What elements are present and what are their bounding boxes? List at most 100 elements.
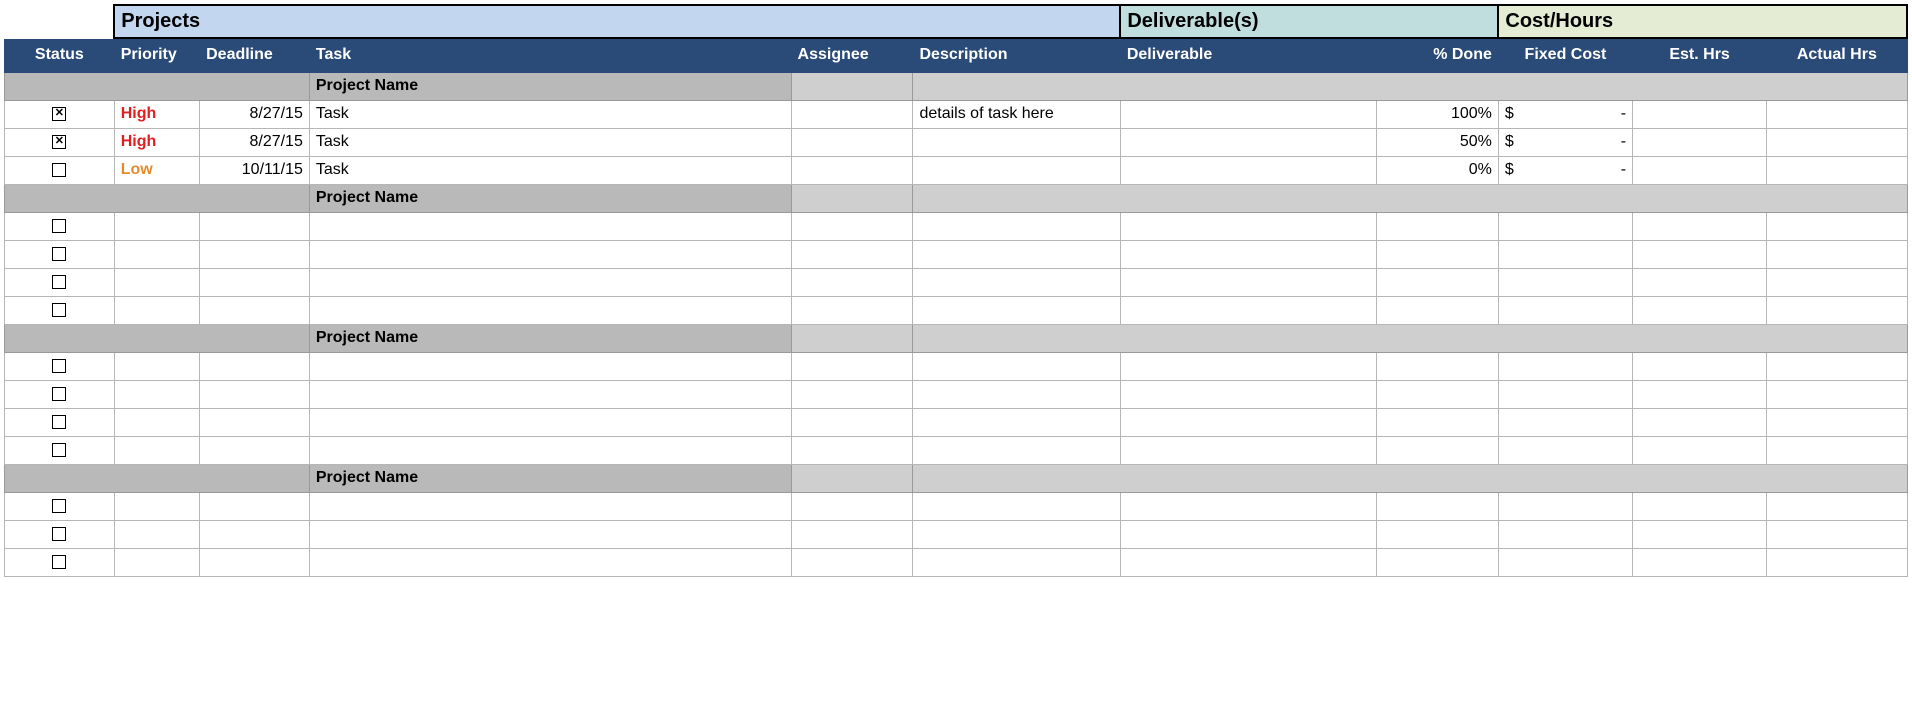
task-row[interactable] <box>5 408 1908 436</box>
cell-fixed-cost[interactable] <box>1498 492 1632 520</box>
cell-description[interactable] <box>913 268 1120 296</box>
cell-pct-done[interactable]: 50% <box>1376 128 1498 156</box>
cell-status[interactable] <box>5 520 115 548</box>
cell-pct-done[interactable] <box>1376 548 1498 576</box>
cell-priority[interactable] <box>114 296 199 324</box>
cell-task[interactable]: Task <box>309 100 791 128</box>
cell-assignee[interactable] <box>791 240 913 268</box>
col-assignee[interactable]: Assignee <box>791 38 913 72</box>
cell-pct-done[interactable] <box>1376 296 1498 324</box>
cell-deadline[interactable] <box>200 408 310 436</box>
cell-deliverable[interactable] <box>1120 212 1376 240</box>
cell-deadline[interactable]: 8/27/15 <box>200 100 310 128</box>
cell-deliverable[interactable] <box>1120 128 1376 156</box>
cell-actual-hrs[interactable] <box>1767 380 1907 408</box>
cell-priority[interactable]: Low <box>114 156 199 184</box>
cell-assignee[interactable] <box>791 100 913 128</box>
cell-deliverable[interactable] <box>1120 156 1376 184</box>
cell-fixed-cost[interactable] <box>1498 352 1632 380</box>
cell-deadline[interactable] <box>200 436 310 464</box>
cell-assignee[interactable] <box>791 156 913 184</box>
cell-est-hrs[interactable] <box>1633 100 1767 128</box>
col-status[interactable]: Status <box>5 38 115 72</box>
cell-deliverable[interactable] <box>1120 492 1376 520</box>
cell-deadline[interactable] <box>200 520 310 548</box>
group-header[interactable]: Project Name <box>5 464 1908 492</box>
cell-actual-hrs[interactable] <box>1767 352 1907 380</box>
status-checkbox[interactable] <box>52 443 66 457</box>
cell-deadline[interactable] <box>200 296 310 324</box>
cell-priority[interactable]: High <box>114 128 199 156</box>
col-deadline[interactable]: Deadline <box>200 38 310 72</box>
cell-actual-hrs[interactable] <box>1767 240 1907 268</box>
cell-task[interactable] <box>309 520 791 548</box>
cell-description[interactable] <box>913 548 1120 576</box>
cell-assignee[interactable] <box>791 212 913 240</box>
task-row[interactable] <box>5 268 1908 296</box>
cell-description[interactable]: details of task here <box>913 100 1120 128</box>
task-row[interactable]: ✕High8/27/15Taskdetails of task here100%… <box>5 100 1908 128</box>
cell-status[interactable] <box>5 212 115 240</box>
cell-actual-hrs[interactable] <box>1767 128 1907 156</box>
cell-est-hrs[interactable] <box>1633 296 1767 324</box>
cell-description[interactable] <box>913 156 1120 184</box>
cell-deliverable[interactable] <box>1120 240 1376 268</box>
cell-description[interactable] <box>913 492 1120 520</box>
cell-task[interactable]: Task <box>309 128 791 156</box>
cell-description[interactable] <box>913 296 1120 324</box>
task-row[interactable] <box>5 380 1908 408</box>
cell-est-hrs[interactable] <box>1633 156 1767 184</box>
task-row[interactable] <box>5 212 1908 240</box>
cell-fixed-cost[interactable] <box>1498 436 1632 464</box>
cell-status[interactable] <box>5 240 115 268</box>
task-row[interactable]: Low10/11/15Task0%$- <box>5 156 1908 184</box>
cell-fixed-cost[interactable]: $- <box>1498 100 1632 128</box>
cell-pct-done[interactable] <box>1376 240 1498 268</box>
cell-description[interactable] <box>913 380 1120 408</box>
cell-fixed-cost[interactable] <box>1498 240 1632 268</box>
cell-deadline[interactable] <box>200 268 310 296</box>
cell-pct-done[interactable] <box>1376 352 1498 380</box>
cell-deadline[interactable]: 8/27/15 <box>200 128 310 156</box>
cell-pct-done[interactable] <box>1376 268 1498 296</box>
cell-description[interactable] <box>913 436 1120 464</box>
cell-priority[interactable] <box>114 352 199 380</box>
cell-assignee[interactable] <box>791 520 913 548</box>
cell-assignee[interactable] <box>791 436 913 464</box>
cell-deliverable[interactable] <box>1120 436 1376 464</box>
status-checkbox[interactable] <box>52 359 66 373</box>
cell-deliverable[interactable] <box>1120 100 1376 128</box>
cell-actual-hrs[interactable] <box>1767 492 1907 520</box>
task-row[interactable] <box>5 520 1908 548</box>
cell-task[interactable]: Task <box>309 156 791 184</box>
col-description[interactable]: Description <box>913 38 1120 72</box>
col-deliverable[interactable]: Deliverable <box>1120 38 1376 72</box>
group-name[interactable]: Project Name <box>309 464 791 492</box>
cell-status[interactable] <box>5 380 115 408</box>
cell-deliverable[interactable] <box>1120 352 1376 380</box>
cell-task[interactable] <box>309 268 791 296</box>
cell-priority[interactable] <box>114 212 199 240</box>
cell-actual-hrs[interactable] <box>1767 548 1907 576</box>
cell-status[interactable] <box>5 296 115 324</box>
cell-status[interactable] <box>5 156 115 184</box>
cell-actual-hrs[interactable] <box>1767 436 1907 464</box>
cell-actual-hrs[interactable] <box>1767 100 1907 128</box>
cell-description[interactable] <box>913 212 1120 240</box>
cell-pct-done[interactable] <box>1376 520 1498 548</box>
cell-deadline[interactable] <box>200 380 310 408</box>
cell-task[interactable] <box>309 380 791 408</box>
cell-assignee[interactable] <box>791 492 913 520</box>
cell-deadline[interactable] <box>200 548 310 576</box>
cell-actual-hrs[interactable] <box>1767 296 1907 324</box>
cell-pct-done[interactable] <box>1376 212 1498 240</box>
cell-pct-done[interactable] <box>1376 436 1498 464</box>
cell-deadline[interactable] <box>200 492 310 520</box>
group-header[interactable]: Project Name <box>5 72 1908 100</box>
cell-task[interactable] <box>309 296 791 324</box>
task-row[interactable] <box>5 436 1908 464</box>
status-checkbox[interactable]: ✕ <box>52 135 66 149</box>
cell-description[interactable] <box>913 352 1120 380</box>
group-header[interactable]: Project Name <box>5 324 1908 352</box>
cell-fixed-cost[interactable] <box>1498 296 1632 324</box>
